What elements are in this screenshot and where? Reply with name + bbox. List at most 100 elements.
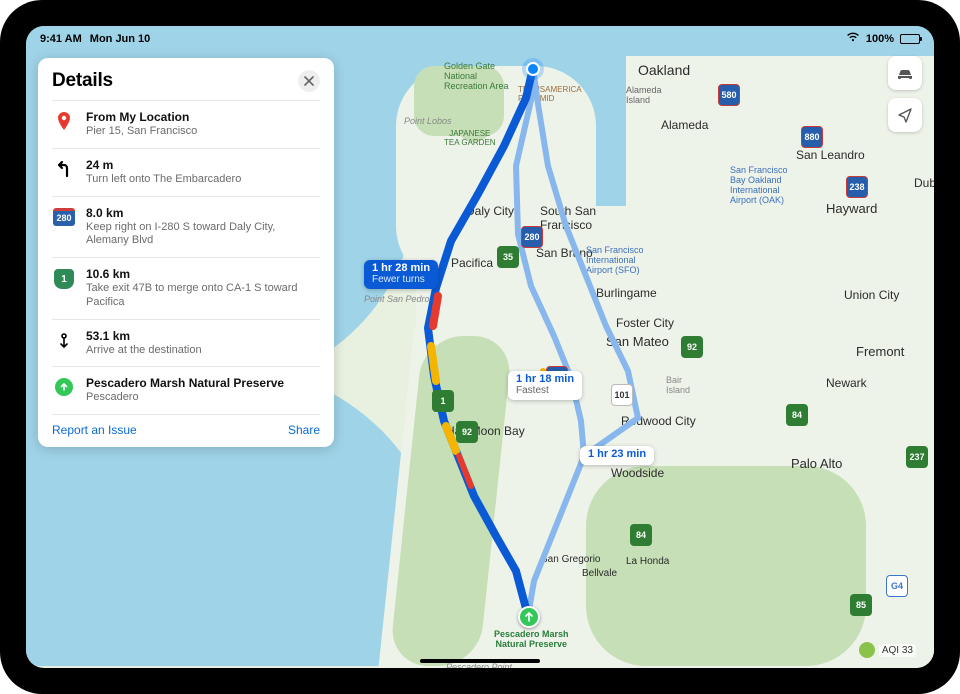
shield-ca92b: 92 (681, 336, 703, 358)
city-fremont: Fremont (856, 344, 904, 359)
step-destination[interactable]: Pescadero Marsh Natural Preserve Pescade… (52, 366, 320, 414)
shield-ca84a: 84 (786, 404, 808, 426)
close-icon (304, 76, 314, 86)
home-indicator[interactable] (420, 659, 540, 663)
car-icon (896, 66, 914, 80)
city-alameda: Alameda (661, 118, 708, 132)
route-time: 1 hr 23 min (588, 449, 646, 461)
step-title: 10.6 km (86, 267, 320, 281)
poi-tea-garden: JAPANESE TEA GARDEN (444, 130, 496, 148)
destination-marker[interactable] (518, 606, 540, 628)
city-san-mateo: San Mateo (606, 334, 669, 349)
city-redwood-city: Redwood City (621, 414, 696, 428)
poi-sfo: San Francisco International Airport (SFO… (586, 246, 644, 276)
shield-i580: 580 (718, 84, 740, 106)
city-burlingame: Burlingame (596, 286, 657, 300)
step-arrive[interactable]: 53.1 km Arrive at the destination (52, 319, 320, 367)
shield-ca85: 85 (850, 594, 872, 616)
poi-destination-label: Pescadero Marsh Natural Preserve (494, 630, 569, 650)
shield-ca237: 237 (906, 446, 928, 468)
i280-shield-icon: 280 (52, 206, 76, 249)
panel-footer: Report an Issue Share (52, 414, 320, 437)
step-subtitle: Pescadero (86, 391, 284, 405)
step-title: 24 m (86, 158, 241, 172)
step-subtitle: Pier 15, San Francisco (86, 125, 197, 139)
status-left: 9:41 AM Mon Jun 10 (40, 33, 150, 45)
route-badge-primary[interactable]: 1 hr 28 min Fewer turns (364, 260, 438, 289)
label-point-san-pedro: Point San Pedro (364, 294, 430, 304)
status-date: Mon Jun 10 (90, 33, 151, 45)
turn-left-icon (52, 158, 76, 187)
step-title: 8.0 km (86, 206, 320, 220)
city-palo-alto: Palo Alto (791, 456, 842, 471)
shield-g4: G4 (886, 575, 908, 597)
status-bar: 9:41 AM Mon Jun 10 100% (26, 26, 934, 48)
shield-i238: 238 (846, 176, 868, 198)
aqi-dot-icon (859, 642, 875, 658)
shield-ca92a: 92 (456, 421, 478, 443)
step-title: Pescadero Marsh Natural Preserve (86, 376, 284, 390)
shield-i880: 880 (801, 126, 823, 148)
shield-us101: 101 (611, 384, 633, 406)
step-subtitle: Arrive at the destination (86, 344, 202, 358)
battery-icon (900, 34, 920, 44)
ca1-shield-icon: 1 (52, 267, 76, 310)
panel-header: Details (52, 70, 320, 92)
shield-ca84b: 84 (630, 524, 652, 546)
step-ca1[interactable]: 1 10.6 km Take exit 47B to merge onto CA… (52, 257, 320, 319)
current-location-marker[interactable] (526, 62, 540, 76)
locate-me-button[interactable] (888, 98, 922, 132)
aqi-badge[interactable]: AQI 33 (859, 642, 916, 658)
status-time: 9:41 AM (40, 33, 82, 45)
city-dublin: Dub (914, 176, 934, 190)
map-controls (888, 56, 922, 132)
city-la-honda: La Honda (626, 556, 669, 567)
label-alameda-island: Alameda Island (626, 86, 662, 106)
aqi-text: AQI 33 (879, 644, 916, 657)
route-desc: Fewer turns (372, 275, 430, 286)
step-i280[interactable]: 280 8.0 km Keep right on I-280 S toward … (52, 196, 320, 258)
details-panel: Details From My Location Pier 15, San Fr… (38, 58, 334, 447)
city-san-gregorio: San Gregorio (541, 554, 600, 565)
panel-title: Details (52, 70, 113, 92)
route-time: 1 hr 28 min (372, 263, 430, 275)
share-link[interactable]: Share (288, 423, 320, 437)
shield-ca35: 35 (497, 246, 519, 268)
city-bellvale: Bellvale (582, 568, 617, 579)
city-foster-city: Foster City (616, 316, 674, 330)
poi-transamerica: TRANSAMERICA PYRAMID (518, 86, 582, 104)
route-badge-fastest[interactable]: 1 hr 18 min Fastest (508, 371, 582, 400)
destination-icon (52, 376, 76, 405)
city-south-sf: South San Francisco (540, 204, 596, 232)
report-issue-link[interactable]: Report an Issue (52, 423, 137, 437)
city-daly-city: Daly City (466, 204, 514, 218)
city-hayward: Hayward (826, 201, 877, 216)
city-san-bruno: San Bruno (536, 246, 593, 260)
screen: 9:41 AM Mon Jun 10 100% (26, 26, 934, 668)
route-badge-alt[interactable]: 1 hr 23 min (580, 446, 654, 465)
location-arrow-icon (897, 107, 913, 123)
step-subtitle: Turn left onto The Embarcadero (86, 173, 241, 187)
wifi-icon (846, 32, 860, 45)
step-title: From My Location (86, 110, 197, 124)
label-bair-island: Bair Island (666, 376, 690, 396)
step-turn-left[interactable]: 24 m Turn left onto The Embarcadero (52, 148, 320, 196)
pin-icon (52, 110, 76, 139)
step-subtitle: Take exit 47B to merge onto CA-1 S towar… (86, 282, 320, 310)
shield-ca1: 1 (432, 390, 454, 412)
route-desc: Fastest (516, 386, 574, 397)
close-button[interactable] (298, 70, 320, 92)
battery-label: 100% (866, 33, 894, 45)
arrive-icon (52, 329, 76, 358)
label-point-lobos: Point Lobos (404, 116, 452, 126)
shield-i280-a: 280 (521, 226, 543, 248)
step-from[interactable]: From My Location Pier 15, San Francisco (52, 100, 320, 148)
city-pacifica: Pacifica (451, 256, 493, 270)
ipad-device-frame: 9:41 AM Mon Jun 10 100% (0, 0, 960, 694)
city-san-leandro: San Leandro (796, 148, 865, 162)
city-oakland: Oakland (638, 62, 690, 78)
city-woodside: Woodside (611, 466, 664, 480)
map-mode-button[interactable] (888, 56, 922, 90)
step-subtitle: Keep right on I-280 S toward Daly City, … (86, 221, 320, 249)
status-right: 100% (846, 32, 920, 45)
